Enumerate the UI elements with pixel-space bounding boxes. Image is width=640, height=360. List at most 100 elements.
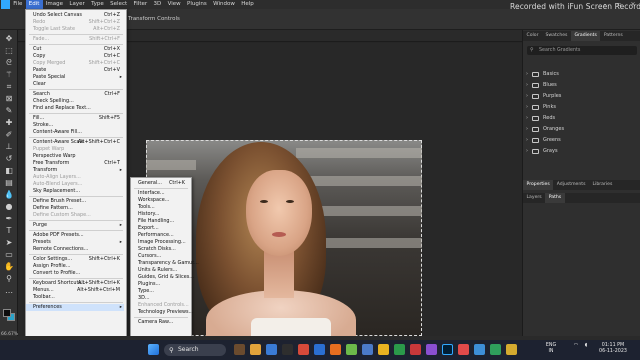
clock[interactable]: 01:11 PM 06-11-2023 (598, 343, 628, 355)
taskbar-app-icon[interactable] (362, 344, 373, 355)
gradient-folder-pinks[interactable]: › Pinks (525, 103, 639, 112)
edit-menu-item-content-aware-fill[interactable]: Content-Aware Fill... (26, 129, 124, 136)
menu-type[interactable]: Type (88, 0, 107, 9)
rectangle-tool-icon[interactable]: ▭ (4, 250, 14, 260)
taskbar-app-icon[interactable] (346, 344, 357, 355)
edit-menu-item-redo[interactable]: Redo Shift+Ctrl+Z (26, 19, 124, 26)
tab-patterns[interactable]: Patterns (600, 31, 626, 41)
edit-menu-item-fill[interactable]: Fill... Shift+F5 (26, 115, 124, 122)
edit-menu-item-color-settings[interactable]: Color Settings... Shift+Ctrl+K (26, 256, 124, 263)
taskbar-app-icon[interactable] (298, 344, 309, 355)
hand-tool-icon[interactable]: ✋ (4, 262, 14, 272)
transform-controls-label[interactable]: Transform Controls (128, 16, 180, 22)
lasso-tool-icon[interactable]: ᘓ (4, 58, 14, 68)
menu-3d[interactable]: 3D (150, 0, 164, 9)
edit-menu-item-fade[interactable]: Fade... Shift+Ctrl+F (26, 36, 124, 43)
gradient-folder-blues[interactable]: › Blues (525, 81, 639, 90)
menu-image[interactable]: Image (43, 0, 67, 9)
tab-swatches[interactable]: Swatches (542, 31, 571, 41)
type-tool-icon[interactable]: T (4, 226, 14, 236)
menu-edit[interactable]: Edit (25, 0, 43, 9)
prefs-menu-item-history[interactable]: History... (131, 211, 189, 218)
prefs-menu-item-file-handling[interactable]: File Handling... (131, 218, 189, 225)
prefs-menu-item-plugins[interactable]: Plugins... (131, 281, 189, 288)
gradient-folder-grays[interactable]: › Grays (525, 147, 639, 156)
blur-tool-icon[interactable]: 💧 (4, 190, 14, 200)
foreground-color-swatch[interactable] (3, 309, 11, 317)
edit-menu-item-presets[interactable]: Presets ▸ (26, 239, 124, 246)
edit-menu-item-auto-blend-layers[interactable]: Auto-Blend Layers... (26, 181, 124, 188)
eraser-tool-icon[interactable]: ◧ (4, 166, 14, 176)
chevron-right-icon[interactable]: › (526, 70, 528, 79)
gradient-folder-purples[interactable]: › Purples (525, 92, 639, 101)
menu-view[interactable]: View (164, 0, 183, 9)
edit-menu-item-define-custom-shape[interactable]: Define Custom Shape... (26, 212, 124, 219)
edit-menu-item-undo-select-canvas[interactable]: Undo Select Canvas Ctrl+Z (26, 12, 124, 19)
edit-menu-item-transform[interactable]: Transform ▸ (26, 167, 124, 174)
crop-tool-icon[interactable]: ⌗ (4, 82, 14, 92)
tab-libraries[interactable]: Libraries (589, 180, 616, 190)
edit-menu-item-keyboard-shortcuts[interactable]: Keyboard Shortcuts... Alt+Shift+Ctrl+K (26, 280, 124, 287)
chevron-right-icon[interactable]: › (526, 125, 528, 134)
magic-wand-tool-icon[interactable]: ⚚ (4, 70, 14, 80)
gradient-tool-icon[interactable]: ▤ (4, 178, 14, 188)
edit-menu-item-stroke[interactable]: Stroke... (26, 122, 124, 129)
zoom-level[interactable]: 66.67% (1, 332, 18, 337)
tab-properties[interactable]: Properties (523, 180, 554, 190)
prefs-menu-item-transparency-gamut[interactable]: Transparency & Gamut... (131, 260, 199, 267)
edit-menu-item-sky-replacement[interactable]: Sky Replacement... (26, 188, 124, 195)
dodge-tool-icon[interactable]: ● (4, 202, 14, 212)
edit-menu-item-search[interactable]: Search Ctrl+F (26, 91, 124, 98)
prefs-menu-item-technology-previews[interactable]: Technology Previews... (131, 309, 193, 316)
prefs-menu-item-scratch-disks[interactable]: Scratch Disks... (131, 246, 189, 253)
menu-help[interactable]: Help (238, 0, 257, 9)
gradient-folder-reds[interactable]: › Reds (525, 114, 639, 123)
edit-menu-item-find-and-replace-text[interactable]: Find and Replace Text... (26, 105, 124, 112)
pen-tool-icon[interactable]: ✒ (4, 214, 14, 224)
eyedropper-tool-icon[interactable]: ✎ (4, 106, 14, 116)
edit-menu-item-define-pattern[interactable]: Define Pattern... (26, 205, 124, 212)
edit-menu-item-check-spelling[interactable]: Check Spelling... (26, 98, 124, 105)
brush-tool-icon[interactable]: ✐ (4, 130, 14, 140)
volume-icon[interactable]: ◖ (582, 343, 590, 349)
edit-menu-item-cut[interactable]: Cut Ctrl+X (26, 46, 124, 53)
edit-menu-item-remote-connections[interactable]: Remote Connections... (26, 246, 124, 253)
tab-layers[interactable]: Layers (523, 193, 545, 203)
taskbar-app-icon[interactable] (474, 344, 485, 355)
prefs-menu-item-units-rulers[interactable]: Units & Rulers... (131, 267, 189, 274)
prefs-menu-item-type[interactable]: Type... (131, 288, 189, 295)
photoshop-taskbar-icon[interactable] (442, 344, 453, 355)
prefs-menu-item-camera-raw[interactable]: Camera Raw... (131, 319, 189, 326)
edit-menu-item-preferences[interactable]: Preferences ▸ (26, 304, 124, 311)
frame-tool-icon[interactable]: ⊠ (4, 94, 14, 104)
chevron-right-icon[interactable]: › (526, 114, 528, 123)
menu-window[interactable]: Window (210, 0, 238, 9)
marquee-tool-icon[interactable]: ⬚ (4, 46, 14, 56)
taskbar-app-icon[interactable] (330, 344, 341, 355)
edit-menu-item-toolbar[interactable]: Toolbar... (26, 294, 124, 301)
menu-select[interactable]: Select (107, 0, 130, 9)
zoom-tool-icon[interactable]: ⚲ (4, 274, 14, 284)
windows-start-icon[interactable] (148, 344, 159, 355)
history-brush-tool-icon[interactable]: ↺ (4, 154, 14, 164)
chevron-right-icon[interactable]: › (526, 81, 528, 90)
tab-paths[interactable]: Paths (545, 193, 565, 203)
gradient-folder-oranges[interactable]: › Oranges (525, 125, 639, 134)
taskbar-app-icon[interactable] (314, 344, 325, 355)
edit-menu-item-adobe-pdf-presets[interactable]: Adobe PDF Presets... (26, 232, 124, 239)
edit-menu-item-paste[interactable]: Paste Ctrl+V (26, 67, 124, 74)
prefs-menu-item-guides-grid-slices[interactable]: Guides, Grid & Slices... (131, 274, 194, 281)
taskbar-app-icon[interactable] (506, 344, 517, 355)
menu-plugins[interactable]: Plugins (184, 0, 210, 9)
menu-file[interactable]: File (10, 0, 26, 9)
gradient-folder-basics[interactable]: › Basics (525, 70, 639, 79)
tab-adjustments[interactable]: Adjustments (553, 180, 589, 190)
taskbar-app-icon[interactable] (410, 344, 421, 355)
menu-filter[interactable]: Filter (130, 0, 150, 9)
prefs-menu-item-cursors[interactable]: Cursors... (131, 253, 189, 260)
tab-color[interactable]: Color (523, 31, 542, 41)
edit-menu-item-paste-special[interactable]: Paste Special ▸ (26, 74, 124, 81)
prefs-menu-item-image-processing[interactable]: Image Processing... (131, 239, 189, 246)
edit-menu-item-define-brush-preset[interactable]: Define Brush Preset... (26, 198, 124, 205)
taskbar-app-icon[interactable] (426, 344, 437, 355)
